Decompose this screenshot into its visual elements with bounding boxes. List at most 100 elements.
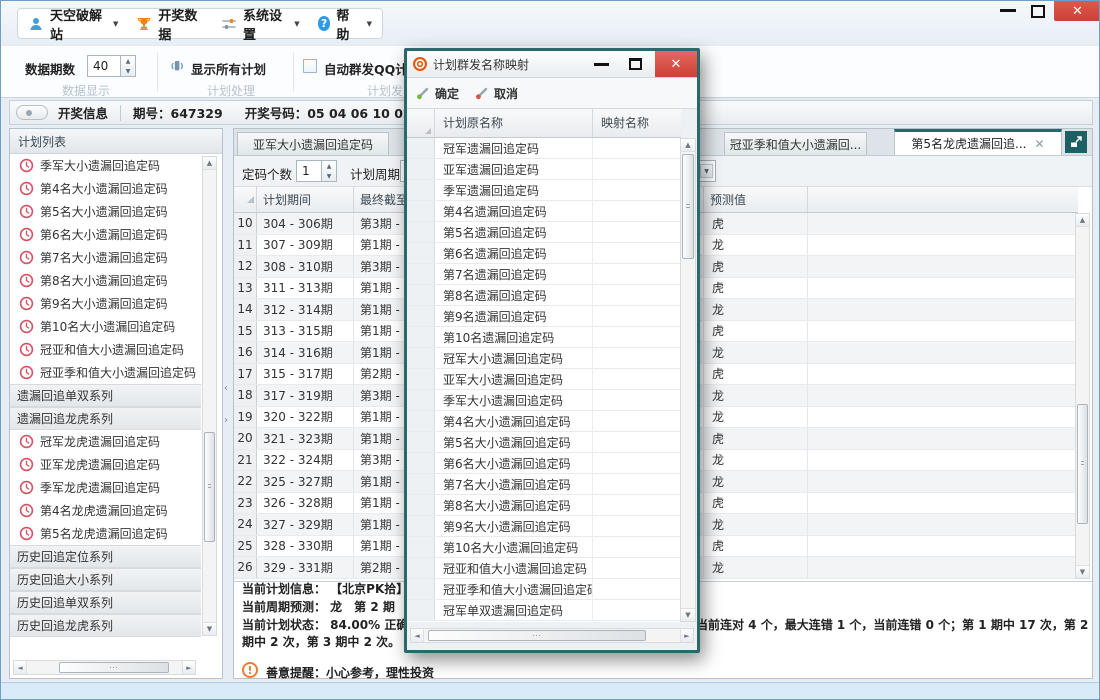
mapped-name-cell[interactable]: [593, 222, 681, 242]
scroll-right-icon[interactable]: ►: [182, 661, 195, 674]
mapped-name-cell[interactable]: [593, 432, 681, 452]
mapping-row[interactable]: 亚军遗漏回追定码: [407, 159, 681, 180]
show-all-plans-button[interactable]: 显示所有计划: [191, 59, 266, 78]
mapping-row[interactable]: 第8名遗漏回追定码: [407, 285, 681, 306]
dialog-vertical-scrollbar[interactable]: ▲ ▼: [680, 138, 696, 622]
sidebar-item[interactable]: 第6名大小遗漏回追定码: [10, 223, 201, 246]
row-selector-cell[interactable]: [407, 390, 435, 410]
scrollbar-thumb[interactable]: [204, 432, 215, 542]
mapping-row[interactable]: 冠军遗漏回追定码: [407, 138, 681, 159]
mapped-name-cell[interactable]: [593, 558, 681, 578]
code-count-input[interactable]: [296, 160, 322, 182]
scroll-left-icon[interactable]: ◄: [14, 661, 27, 674]
mapping-row[interactable]: 第10名遗漏回追定码: [407, 327, 681, 348]
mapped-name-cell[interactable]: [593, 201, 681, 221]
row-selector-cell[interactable]: [407, 369, 435, 389]
mapped-name-cell[interactable]: [593, 600, 681, 620]
sidebar-item[interactable]: 历史回追龙虎系列: [10, 614, 201, 637]
collapse-left-icon[interactable]: ‹: [224, 383, 228, 394]
mapping-row[interactable]: 第10名大小遗漏回追定码: [407, 537, 681, 558]
window-close-button[interactable]: ✕: [1054, 1, 1100, 21]
mapping-row[interactable]: 冠亚和值大小遗漏回追定码: [407, 558, 681, 579]
mapped-name-cell[interactable]: [593, 159, 681, 179]
scroll-right-icon[interactable]: ►: [680, 629, 693, 642]
row-selector-cell[interactable]: [407, 285, 435, 305]
mapped-name-cell[interactable]: [593, 411, 681, 431]
dialog-maximize-button[interactable]: [629, 58, 642, 70]
row-selector-cell[interactable]: [407, 264, 435, 284]
sidebar-item[interactable]: 第5名龙虎遗漏回追定码: [10, 522, 201, 545]
data-periods-input[interactable]: [87, 55, 121, 77]
row-selector-cell[interactable]: [407, 558, 435, 578]
sidebar-item[interactable]: 冠军龙虎遗漏回追定码: [10, 430, 201, 453]
mapping-row[interactable]: 第4名遗漏回追定码: [407, 201, 681, 222]
row-selector-cell[interactable]: [407, 432, 435, 452]
table-vertical-scrollbar[interactable]: ▲ ▼: [1075, 213, 1090, 579]
mapped-name-cell[interactable]: [593, 264, 681, 284]
mapping-row[interactable]: 冠军单双遗漏回追定码: [407, 600, 681, 621]
tab-no5-dragon-tiger[interactable]: 第5名龙虎遗漏回追... ✕: [894, 129, 1062, 155]
sidebar-item[interactable]: 季军大小遗漏回追定码: [10, 154, 201, 177]
mapped-name-cell[interactable]: [593, 369, 681, 389]
ok-button[interactable]: 确定: [416, 85, 459, 102]
mapping-row[interactable]: 季军遗漏回追定码: [407, 180, 681, 201]
scrollbar-thumb[interactable]: [428, 630, 646, 641]
sidebar-item[interactable]: 第9名大小遗漏回追定码: [10, 292, 201, 315]
dialog-minimize-button[interactable]: [594, 63, 609, 66]
mapping-row[interactable]: 第5名大小遗漏回追定码: [407, 432, 681, 453]
scroll-down-icon[interactable]: ▼: [1076, 565, 1089, 578]
mapping-row[interactable]: 第7名遗漏回追定码: [407, 264, 681, 285]
panel-splitter[interactable]: ‹ ›: [223, 128, 233, 679]
sidebar-item[interactable]: 遗漏回追龙虎系列: [10, 407, 201, 430]
row-selector-cell[interactable]: [407, 201, 435, 221]
sidebar-item[interactable]: 遗漏回追单双系列: [10, 384, 201, 407]
mapping-row[interactable]: 冠亚季和值大小遗漏回追定码: [407, 579, 681, 600]
mapped-name-cell[interactable]: [593, 243, 681, 263]
mapped-name-cell[interactable]: [593, 537, 681, 557]
sidebar-item[interactable]: 历史回追大小系列: [10, 568, 201, 591]
row-selector-cell[interactable]: [407, 453, 435, 473]
mapped-name-cell[interactable]: [593, 474, 681, 494]
scrollbar-thumb[interactable]: [1077, 404, 1088, 524]
sidebar-item[interactable]: 历史回追定位系列: [10, 545, 201, 568]
dialog-close-button[interactable]: ✕: [655, 51, 697, 77]
auto-qq-checkbox[interactable]: [303, 59, 317, 73]
window-minimize-button[interactable]: [1000, 9, 1016, 12]
mapped-name-cell[interactable]: [593, 579, 681, 599]
scrollbar-thumb[interactable]: [682, 154, 694, 259]
menu-help[interactable]: ? 帮助 ▼: [318, 5, 372, 43]
dialog-titlebar[interactable]: 计划群发名称映射 ✕: [407, 51, 697, 78]
row-selector-header[interactable]: [407, 109, 435, 137]
mapping-row[interactable]: 第5名遗漏回追定码: [407, 222, 681, 243]
sidebar-item[interactable]: 第10名大小遗漏回追定码: [10, 315, 201, 338]
mapped-name-cell[interactable]: [593, 327, 681, 347]
spin-down-icon[interactable]: ▼: [121, 66, 135, 76]
sidebar-item[interactable]: 第4名大小遗漏回追定码: [10, 177, 201, 200]
scroll-down-icon[interactable]: ▼: [203, 622, 216, 635]
sidebar-item[interactable]: 第5名大小遗漏回追定码: [10, 200, 201, 223]
mapping-row[interactable]: 季军大小遗漏回追定码: [407, 390, 681, 411]
mapped-name-cell[interactable]: [593, 348, 681, 368]
mapping-row[interactable]: 第9名大小遗漏回追定码: [407, 516, 681, 537]
dialog-horizontal-scrollbar[interactable]: ◄ ►: [410, 628, 694, 643]
row-selector-cell[interactable]: [407, 159, 435, 179]
scroll-up-icon[interactable]: ▲: [1076, 214, 1089, 227]
menu-site[interactable]: 天空破解站 ▼: [28, 5, 118, 43]
row-selector-cell[interactable]: [407, 537, 435, 557]
row-selector-cell[interactable]: [407, 516, 435, 536]
sidebar-item[interactable]: 冠亚季和值大小遗漏回追定码: [10, 361, 201, 384]
spin-up-icon[interactable]: ▲: [121, 56, 135, 66]
tab-guanyaji-sum[interactable]: 冠亚季和值大小遗漏回...: [724, 132, 867, 155]
row-selector-cell[interactable]: [407, 411, 435, 431]
sidebar-horizontal-scrollbar[interactable]: ◄ ►: [13, 660, 196, 675]
tab-close-icon[interactable]: ✕: [1035, 137, 1045, 151]
mapped-name-cell[interactable]: [593, 495, 681, 515]
spin-down-icon[interactable]: ▼: [322, 171, 336, 181]
mapped-name-cell[interactable]: [593, 390, 681, 410]
mapped-name-cell[interactable]: [593, 285, 681, 305]
mapping-row[interactable]: 亚军大小遗漏回追定码: [407, 369, 681, 390]
mapped-name-cell[interactable]: [593, 516, 681, 536]
mapping-row[interactable]: 第7名大小遗漏回追定码: [407, 474, 681, 495]
mapped-name-cell[interactable]: [593, 453, 681, 473]
mapping-row[interactable]: 冠军大小遗漏回追定码: [407, 348, 681, 369]
